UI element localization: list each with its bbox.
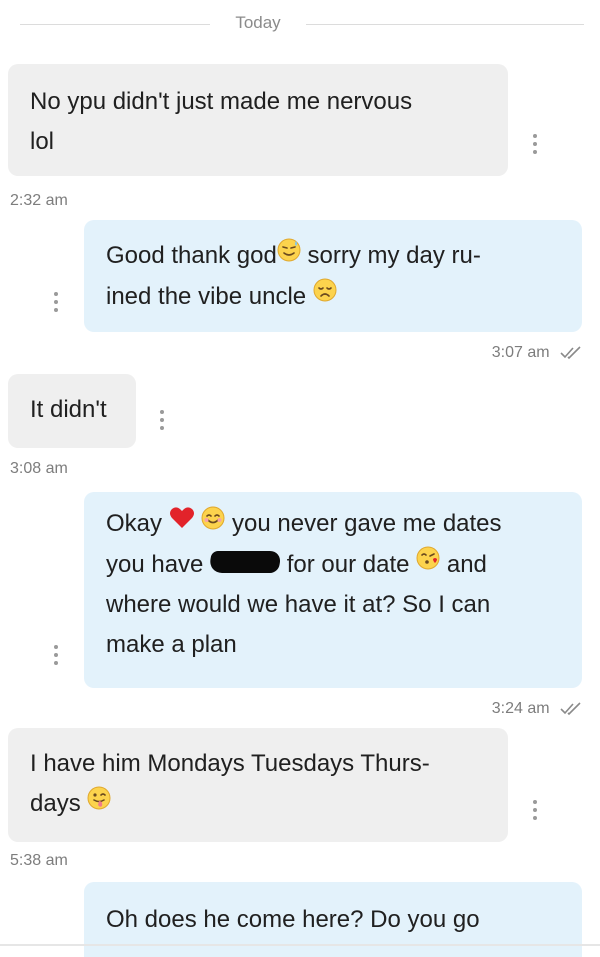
message-text: ined the vibe uncle	[106, 282, 307, 310]
message-timestamp: 3:07 am	[491, 344, 550, 361]
message-timestamp: 3:08 am	[10, 460, 68, 477]
bottom-divider	[0, 944, 600, 946]
more-vert-icon[interactable]	[52, 645, 60, 669]
message-text-line: Good thank god sorry my day ru-	[106, 236, 560, 277]
separator-line-left	[20, 24, 210, 25]
message-text-line: where would we have it at? So I can	[106, 591, 491, 619]
message-text: for our date	[286, 550, 410, 578]
more-vert-icon[interactable]	[531, 800, 539, 824]
message-bubble-outgoing[interactable]: Good thank god sorry my day ru- ined the…	[84, 220, 582, 332]
message-text-line: I have him Mondays Tuesdays Thurs-	[30, 750, 430, 777]
message-text: you have	[106, 550, 204, 578]
double-check-icon	[560, 346, 581, 359]
message-text-line: make a plan	[106, 631, 237, 659]
message-timestamp-row: 3:07 am	[460, 344, 582, 362]
message-text: Good thank god	[106, 242, 277, 269]
double-check-icon	[560, 702, 581, 715]
message-text-line: you have for our date and	[106, 545, 560, 586]
message-text-line: Oh does he come here? Do you go	[106, 906, 480, 933]
message-bubble-incoming[interactable]: It didn't	[8, 374, 136, 448]
date-separator: Today	[0, 10, 600, 38]
message-text-line: lol	[30, 128, 55, 155]
message-text: days	[30, 790, 81, 817]
date-separator-label: Today	[235, 13, 281, 32]
message-timestamp-row: 3:24 am	[460, 700, 582, 718]
message-timestamp: 5:38 am	[10, 852, 68, 869]
message-timestamp: 2:32 am	[10, 192, 68, 209]
blush-emoji	[201, 503, 225, 543]
message-text: sorry my day ru-	[307, 242, 481, 269]
message-text-line: It didn't	[30, 396, 107, 423]
message-text-line: days	[30, 784, 486, 825]
more-vert-icon[interactable]	[52, 292, 60, 316]
message-text: and	[446, 550, 487, 578]
message-bubble-incoming[interactable]: No ypu didn't just made me nervous lol	[8, 64, 508, 176]
separator-line-right	[306, 24, 584, 25]
message-text-line: ined the vibe uncle	[106, 277, 560, 318]
kissing-heart-emoji	[416, 543, 440, 583]
more-vert-icon[interactable]	[158, 410, 166, 434]
disappointed-emoji	[313, 275, 337, 315]
red-heart-emoji	[169, 503, 195, 543]
message-text: you never gave me dates	[232, 510, 502, 537]
message-text-line: No ypu didn't just made me nervous	[30, 88, 413, 115]
message-text-line: Okay you never gave me dates	[106, 504, 560, 545]
winking-tongue-emoji	[87, 783, 111, 823]
message-timestamp: 3:24 am	[491, 700, 550, 717]
sweat-smile-emoji	[277, 235, 301, 275]
message-bubble-incoming[interactable]: I have him Mondays Tuesdays Thurs- days	[8, 728, 508, 842]
message-bubble-outgoing[interactable]: Okay you never gave me dates you have fo…	[84, 492, 582, 688]
more-vert-icon[interactable]	[531, 134, 539, 158]
redaction-mark	[208, 551, 283, 574]
message-text: Okay	[106, 510, 163, 537]
